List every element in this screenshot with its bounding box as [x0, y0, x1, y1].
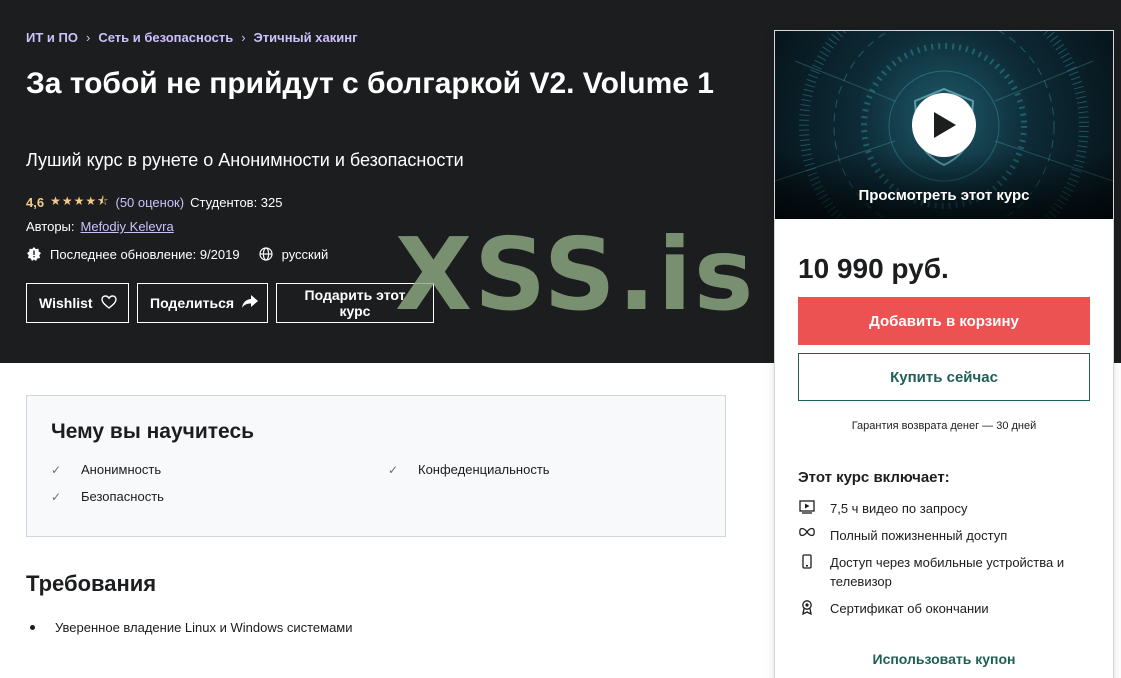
rating-row: 4,6 ★★★★⯪ (50 оценок) Студентов: 325 — [26, 192, 283, 213]
heart-icon — [100, 294, 117, 312]
includes-text: Полный пожизненный доступ — [830, 528, 1008, 543]
what-you-will-learn: Чему вы научитесь ✓ Анонимность ✓ Конфед… — [26, 395, 726, 537]
gift-label: Подарить этот курс — [304, 287, 406, 319]
requirements-title: Требования — [26, 571, 157, 596]
includes-item: Сертификат об окончании — [798, 599, 1090, 618]
star-rating-icon: ★★★★⯪ — [50, 194, 110, 208]
learn-item-text: Анонимность — [81, 462, 162, 477]
last-updated: Последнее обновление: 9/2019 — [50, 246, 240, 262]
students-count: Студентов: 325 — [190, 195, 283, 210]
infinity-icon — [798, 526, 816, 545]
includes-item: Доступ через мобильные устройства и теле… — [798, 553, 1090, 591]
globe-icon — [258, 246, 274, 262]
purchase-sidebar: Просмотреть этот курс 10 990 руб. Добави… — [774, 30, 1114, 678]
checkmark-icon: ✓ — [388, 462, 399, 477]
course-language: русский — [281, 246, 329, 262]
video-icon — [798, 499, 816, 518]
share-arrow-icon — [242, 295, 259, 311]
wishlist-button[interactable]: Wishlist — [26, 283, 129, 323]
certificate-icon — [798, 599, 816, 618]
play-button[interactable] — [912, 93, 976, 157]
course-preview[interactable]: Просмотреть этот курс — [775, 31, 1113, 219]
checkmark-icon: ✓ — [51, 489, 62, 504]
rating-value: 4,6 — [26, 195, 45, 210]
includes-text: 7,5 ч видео по запросу — [830, 501, 968, 516]
learn-item: ✓ Безопасность — [51, 487, 388, 506]
wishlist-label: Wishlist — [39, 295, 93, 311]
preview-label: Просмотреть этот курс — [858, 187, 1030, 204]
includes-title: Этот курс включает: — [798, 469, 950, 486]
checkmark-icon: ✓ — [51, 462, 62, 477]
chevron-right-icon: › — [85, 30, 91, 45]
gift-course-button[interactable]: Подарить этот курс — [276, 283, 434, 323]
learn-item-text: Безопасность — [81, 489, 164, 504]
meta-row: Последнее обновление: 9/2019 русский — [26, 246, 328, 262]
includes-text: Доступ через мобильные устройства и теле… — [830, 555, 1065, 589]
learn-item: ✓ Конфеденциальность — [388, 460, 688, 479]
chevron-right-icon: › — [241, 30, 246, 45]
rating-count-link[interactable]: (50 оценок) — [115, 195, 184, 210]
money-back-guarantee: Гарантия возврата денег — 30 дней — [851, 420, 1037, 432]
mobile-icon — [798, 553, 816, 591]
breadcrumb: ИТ и ПО › Сеть и безопасность › Этичный … — [26, 30, 357, 45]
update-alert-icon — [26, 246, 42, 262]
includes-list: 7,5 ч видео по запросу Полный пожизненны… — [798, 499, 1090, 626]
author-link[interactable]: Mefodiy Kelevra — [81, 219, 174, 234]
breadcrumb-network-security[interactable]: Сеть и безопасность — [98, 30, 233, 45]
authors-row: Авторы: Mefodiy Kelevra — [26, 219, 174, 234]
course-price: 10 990 руб. — [798, 253, 949, 284]
add-to-cart-button[interactable]: Добавить в корзину — [798, 297, 1090, 345]
authors-label: Авторы: — [26, 219, 75, 234]
learn-item-text: Конфеденциальность — [418, 462, 550, 477]
learn-list: ✓ Анонимность ✓ Конфеденциальность ✓ Без… — [51, 460, 701, 506]
share-label: Поделиться — [150, 295, 235, 311]
learn-item: ✓ Анонимность — [51, 460, 388, 479]
breadcrumb-ethical-hacking[interactable]: Этичный хакинг — [254, 30, 358, 45]
play-icon — [934, 112, 956, 138]
share-button[interactable]: Поделиться — [137, 283, 268, 323]
requirement-text: Уверенное владение Linux и Windows систе… — [55, 620, 353, 635]
requirement-item: Уверенное владение Linux и Windows систе… — [30, 620, 353, 635]
course-subtitle: Луший курс в рунете о Анонимности и безо… — [26, 150, 464, 170]
apply-coupon-link[interactable]: Использовать купон — [775, 651, 1113, 667]
includes-item: 7,5 ч видео по запросу — [798, 499, 1090, 518]
breadcrumb-it-software[interactable]: ИТ и ПО — [26, 30, 78, 45]
hero-buttons: Wishlist Поделиться Подарить этот курс — [26, 283, 434, 323]
bullet-icon — [30, 625, 35, 630]
buy-now-button[interactable]: Купить сейчас — [798, 353, 1090, 401]
includes-text: Сертификат об окончании — [830, 601, 989, 616]
course-title: За тобой не прийдут с болгаркой V2. Volu… — [26, 67, 714, 100]
learn-title: Чему вы научитесь — [51, 420, 255, 443]
includes-item: Полный пожизненный доступ — [798, 526, 1090, 545]
